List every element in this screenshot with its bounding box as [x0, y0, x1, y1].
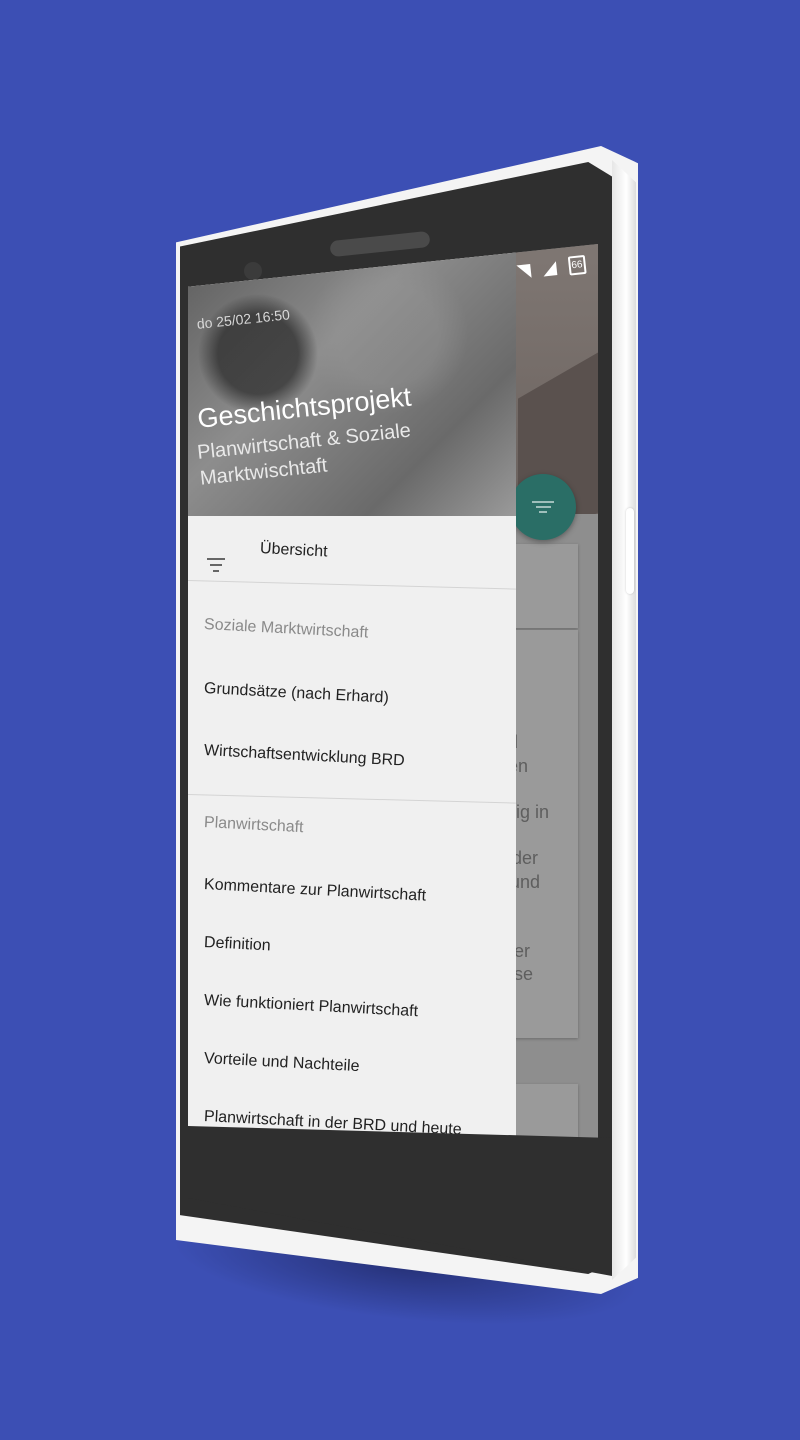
- wifi-icon: ◥: [516, 259, 533, 281]
- navigation-drawer: do 25/02 16:50 Geschichtsprojekt Planwir…: [188, 244, 516, 1194]
- phone-screen: d en eig in der und r ler ise ✱ ▯ ◥ ◢ 66…: [188, 244, 598, 1194]
- drawer-date: do 25/02 16:50: [196, 306, 291, 332]
- filter-list-icon: [531, 498, 555, 516]
- nav-item-definition[interactable]: Definition: [204, 934, 272, 955]
- nav-item-label: Übersicht: [259, 540, 328, 561]
- divider: [188, 794, 516, 804]
- section-heading-soziale-marktwirtschaft: Soziale Marktwirtschaft: [203, 616, 369, 642]
- nav-item-ubersicht[interactable]: Übersicht: [188, 516, 516, 586]
- section-heading-planwirtschaft: Planwirtschaft: [203, 814, 304, 837]
- filter-fab-button[interactable]: [510, 474, 576, 540]
- nav-item-vorteile-nachteile[interactable]: Vorteile und Nachteile: [204, 1050, 360, 1076]
- signal-icon: ◢: [541, 256, 558, 279]
- nav-item-kommentare[interactable]: Kommentare zur Planwirtschaft: [204, 876, 427, 906]
- nav-item-wie-funktioniert[interactable]: Wie funktioniert Planwirtschaft: [204, 992, 419, 1021]
- drawer-header: do 25/02 16:50 Geschichtsprojekt Planwir…: [188, 244, 516, 516]
- nav-item-wirtschaftsentwicklung[interactable]: Wirtschaftsentwicklung BRD: [204, 742, 406, 770]
- battery-icon: 66: [567, 254, 587, 276]
- nav-item-grundsaetze[interactable]: Grundsätze (nach Erhard): [204, 680, 390, 708]
- phone-edge: [612, 160, 636, 1280]
- power-button: [626, 508, 634, 594]
- front-camera: [244, 262, 262, 280]
- filter-list-icon: [206, 554, 226, 576]
